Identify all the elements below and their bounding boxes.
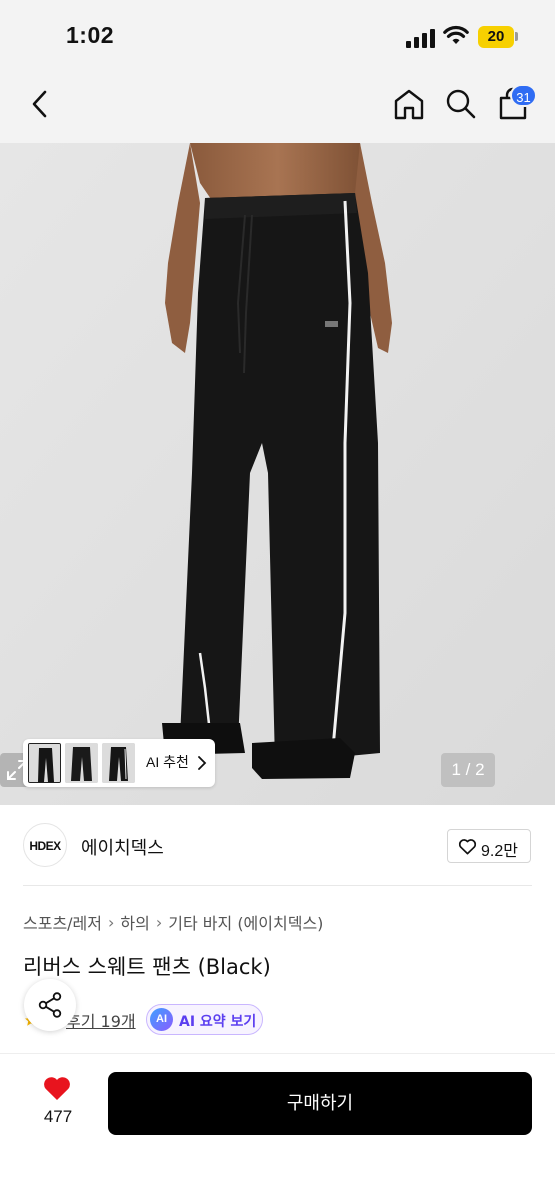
product-title: 리버스 스웨트 팬츠 (Black) xyxy=(23,955,271,979)
share-button[interactable] xyxy=(24,979,76,1031)
wish-count: 477 xyxy=(43,1107,73,1126)
chevron-left-icon[interactable] xyxy=(26,86,56,122)
share-icon xyxy=(38,992,62,1018)
cellular-signal-icon xyxy=(406,28,436,48)
chevron-right-icon: › xyxy=(108,912,115,932)
ai-recommend-label: AI 추천 xyxy=(146,754,189,770)
brand-name[interactable]: 에이치덱스 xyxy=(81,834,164,860)
buy-button[interactable]: 구매하기 xyxy=(108,1072,532,1135)
cart-count-badge: 31 xyxy=(510,84,537,107)
thumbnail-2[interactable] xyxy=(65,743,98,783)
heart-filled-icon[interactable] xyxy=(42,1075,72,1102)
chevron-right-icon: › xyxy=(155,912,163,932)
status-bar: 1:02 20 xyxy=(0,0,555,72)
ai-badge-icon: AI xyxy=(150,1008,173,1031)
status-time: 1:02 xyxy=(66,22,115,48)
breadcrumb: 스포츠/레저 › 하의 › 기타 바지 (에이치덱스) xyxy=(23,910,323,934)
breadcrumb-item-bottoms[interactable]: 하의 xyxy=(120,910,149,934)
nav-bar xyxy=(0,72,555,143)
product-image[interactable]: 1 / 2 xyxy=(0,143,555,805)
ai-recommend-strip[interactable]: AI 추천 xyxy=(23,739,215,787)
thumbnail-1[interactable] xyxy=(28,743,61,783)
review-link[interactable]: 후기 19개 xyxy=(66,1008,136,1032)
thumbnail-3[interactable] xyxy=(102,743,135,783)
battery-level: 20 xyxy=(487,28,505,45)
heart-outline-icon xyxy=(458,839,477,855)
breadcrumb-item-other-pants[interactable]: 기타 바지 (에이치덱스) xyxy=(168,910,323,934)
brand-logo[interactable]: HDEX xyxy=(23,823,67,867)
product-photo xyxy=(0,143,555,805)
battery-cap xyxy=(515,32,518,41)
image-page-counter: 1 / 2 xyxy=(441,753,495,787)
brand-like-button[interactable]: 9.2만 xyxy=(447,829,531,863)
battery-icon: 20 xyxy=(478,26,514,48)
divider xyxy=(23,885,532,886)
wifi-icon xyxy=(443,25,469,44)
ai-summary-label: AI 요약 보기 xyxy=(179,1014,257,1030)
divider xyxy=(0,1053,555,1054)
ai-summary-button[interactable]: AI AI 요약 보기 xyxy=(146,1004,263,1035)
chevron-right-icon xyxy=(198,756,207,770)
breadcrumb-item-sports[interactable]: 스포츠/레저 xyxy=(23,910,102,934)
search-icon[interactable] xyxy=(444,87,478,121)
home-icon[interactable] xyxy=(392,87,426,121)
brand-like-count: 9.2만 xyxy=(481,843,518,860)
